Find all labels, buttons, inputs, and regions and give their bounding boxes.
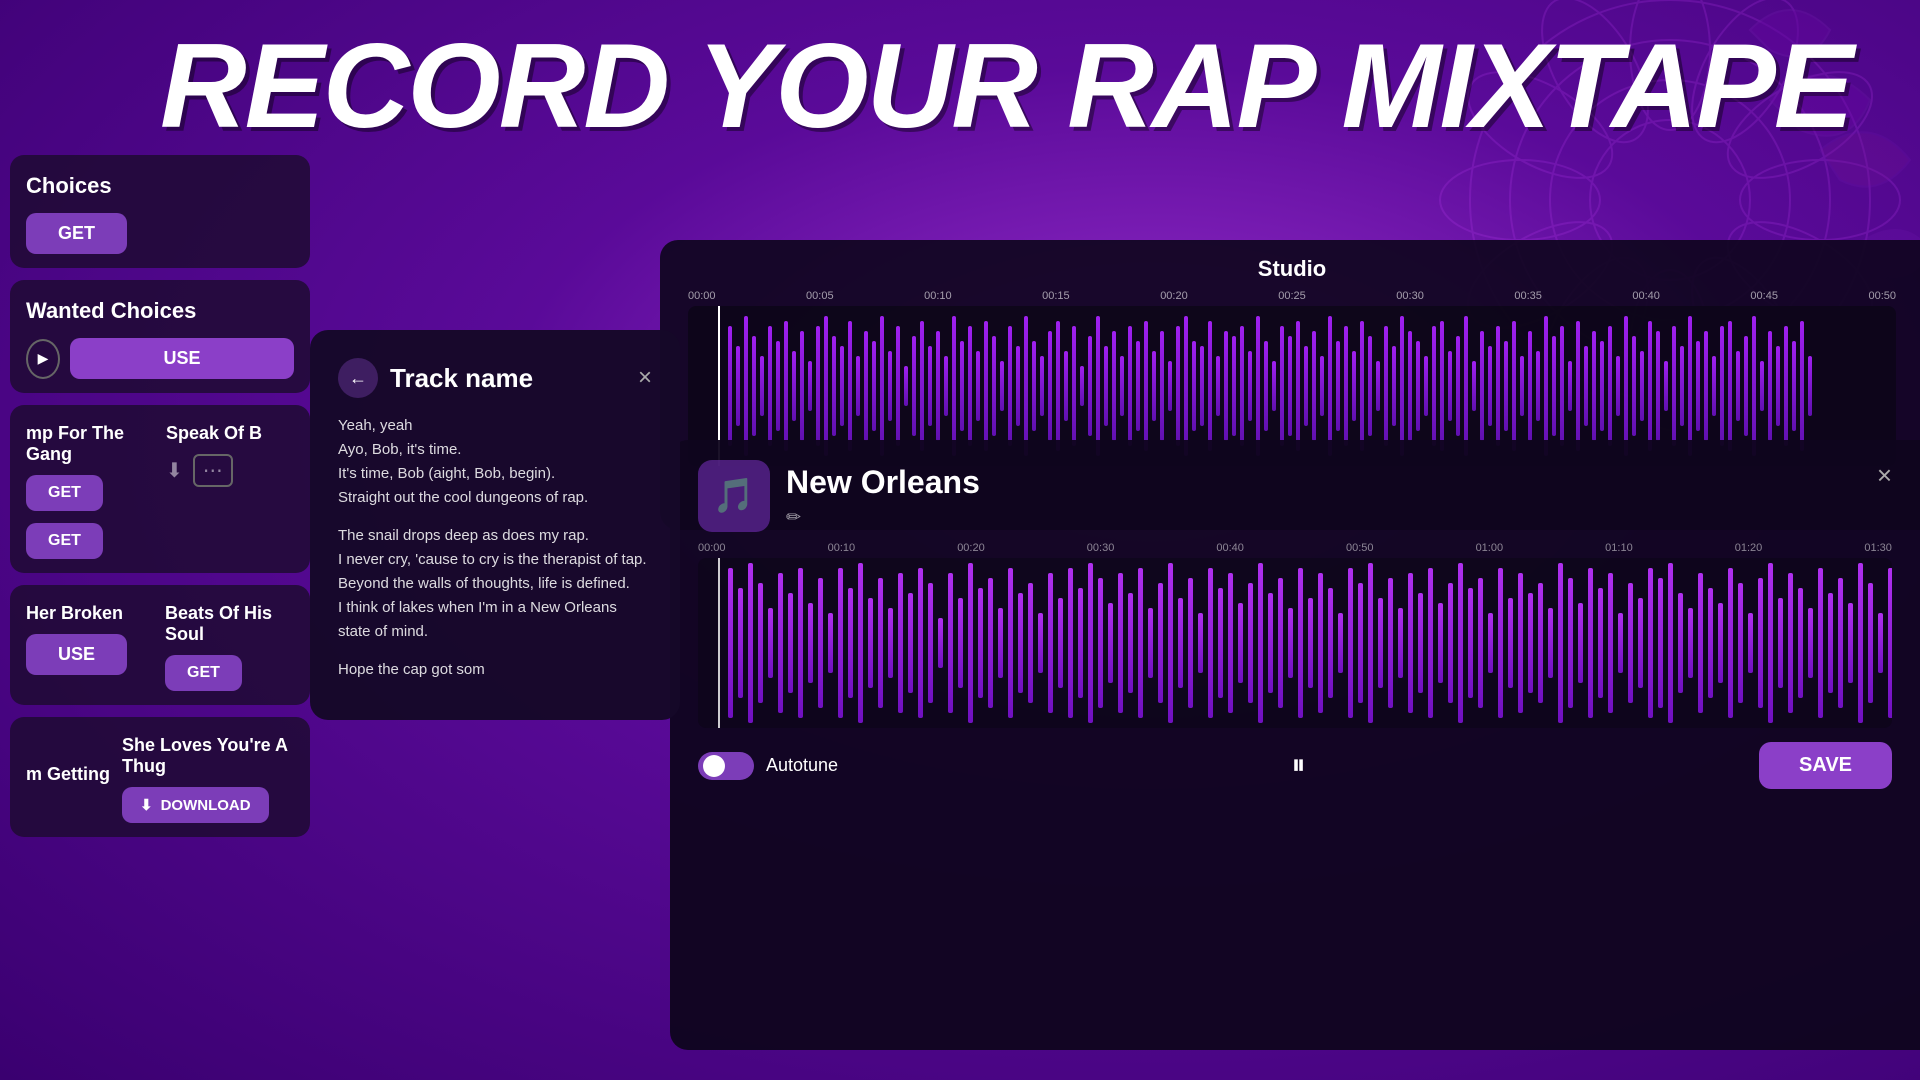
speak-row: ⬇ ⋯ [166,454,294,487]
thug-card: m Getting She Loves You're A Thug ⬇ DOWN… [10,717,310,837]
music-icon-box: 🎵 [698,460,770,532]
gang-get-button2[interactable]: GET [26,523,103,559]
thug-download-button[interactable]: ⬇ DOWNLOAD [122,787,269,823]
wanted-choices-row: ▶ USE [26,338,294,379]
autotune-toggle[interactable] [698,752,754,780]
track-modal-back-button[interactable]: ← [338,358,378,398]
recording-title: New Orleans [786,464,980,501]
studio-title: Studio [688,256,1896,282]
recording-title-area: 🎵 New Orleans ✏ [698,460,980,532]
recording-title-group: New Orleans ✏ [786,464,980,528]
pause-icon: ⏸ [1292,749,1306,780]
getting-title: m Getting [26,764,112,785]
her-broken-use-button[interactable]: USE [26,634,127,675]
speak-more-icon[interactable]: ⋯ [193,454,233,487]
recording-controls: Autotune ⏸ SAVE [698,742,1892,789]
pause-button[interactable]: ⏸ [1292,749,1306,782]
choices-title: Choices [26,173,294,199]
lyrics-verse-3: Hope the cap got som [338,658,652,682]
wanted-choices-use-button[interactable]: USE [70,338,294,379]
sidebar: Choices GET Wanted Choices ▶ USE mp For … [0,145,320,1080]
recording-edit-icon[interactable]: ✏ [786,507,980,528]
track-modal-close-button[interactable]: × [638,366,652,390]
speak-title: Speak Of B [166,423,294,444]
download-label: DOWNLOAD [161,797,251,814]
toggle-knob [703,755,725,777]
recording-waveform-svg [698,558,1892,728]
recording-playhead [718,558,720,728]
beats-title: Beats Of His Soul [165,603,294,645]
studio-timeline: 00:00 00:05 00:10 00:15 00:20 00:25 00:3… [688,290,1896,302]
beats-get-button[interactable]: GET [165,655,242,691]
track-modal-lyrics: Yeah, yeahAyo, Bob, it's time.It's time,… [338,414,652,682]
recording-timeline: 00:00 00:10 00:20 00:30 00:40 00:50 01:0… [698,542,1892,554]
recording-waveform [698,558,1892,728]
autotune-area: Autotune [698,752,838,780]
beats-card: Her Broken USE Beats Of His Soul GET [10,585,310,705]
download-icon: ⬇ [140,796,153,814]
choices-card: Choices GET [10,155,310,268]
gang-get-button[interactable]: GET [26,475,103,511]
wanted-choices-title: Wanted Choices [26,298,294,324]
music-note-icon: 🎵 [713,476,755,516]
headline: RECORD YOUR RAP MIXTAPE [160,20,1852,152]
recording-close-button[interactable]: × [1877,460,1892,491]
track-modal-title: Track name [378,363,638,394]
gang-title2: mp For The Gang [26,423,154,465]
gang-card: mp For The Gang GET Speak Of B ⬇ ⋯ GET [10,405,310,573]
recording-panel: 🎵 New Orleans ✏ × 00:00 00:10 00:20 00:3… [670,440,1920,1050]
track-modal-header: ← Track name × [338,358,652,398]
speak-download-icon[interactable]: ⬇ [166,458,183,483]
recording-header: 🎵 New Orleans ✏ × [698,460,1892,532]
choices-get-button[interactable]: GET [26,213,127,254]
track-modal: ← Track name × Yeah, yeahAyo, Bob, it's … [310,330,680,720]
save-button[interactable]: SAVE [1759,742,1892,789]
her-broken-title: Her Broken [26,603,155,624]
wanted-choices-play-button[interactable]: ▶ [26,339,60,379]
lyrics-verse-2: The snail drops deep as does my rap.I ne… [338,524,652,644]
thug-title: She Loves You're A Thug [122,735,294,777]
wanted-choices-card: Wanted Choices ▶ USE [10,280,310,393]
autotune-label: Autotune [766,755,838,776]
lyrics-verse-1: Yeah, yeahAyo, Bob, it's time.It's time,… [338,414,652,510]
